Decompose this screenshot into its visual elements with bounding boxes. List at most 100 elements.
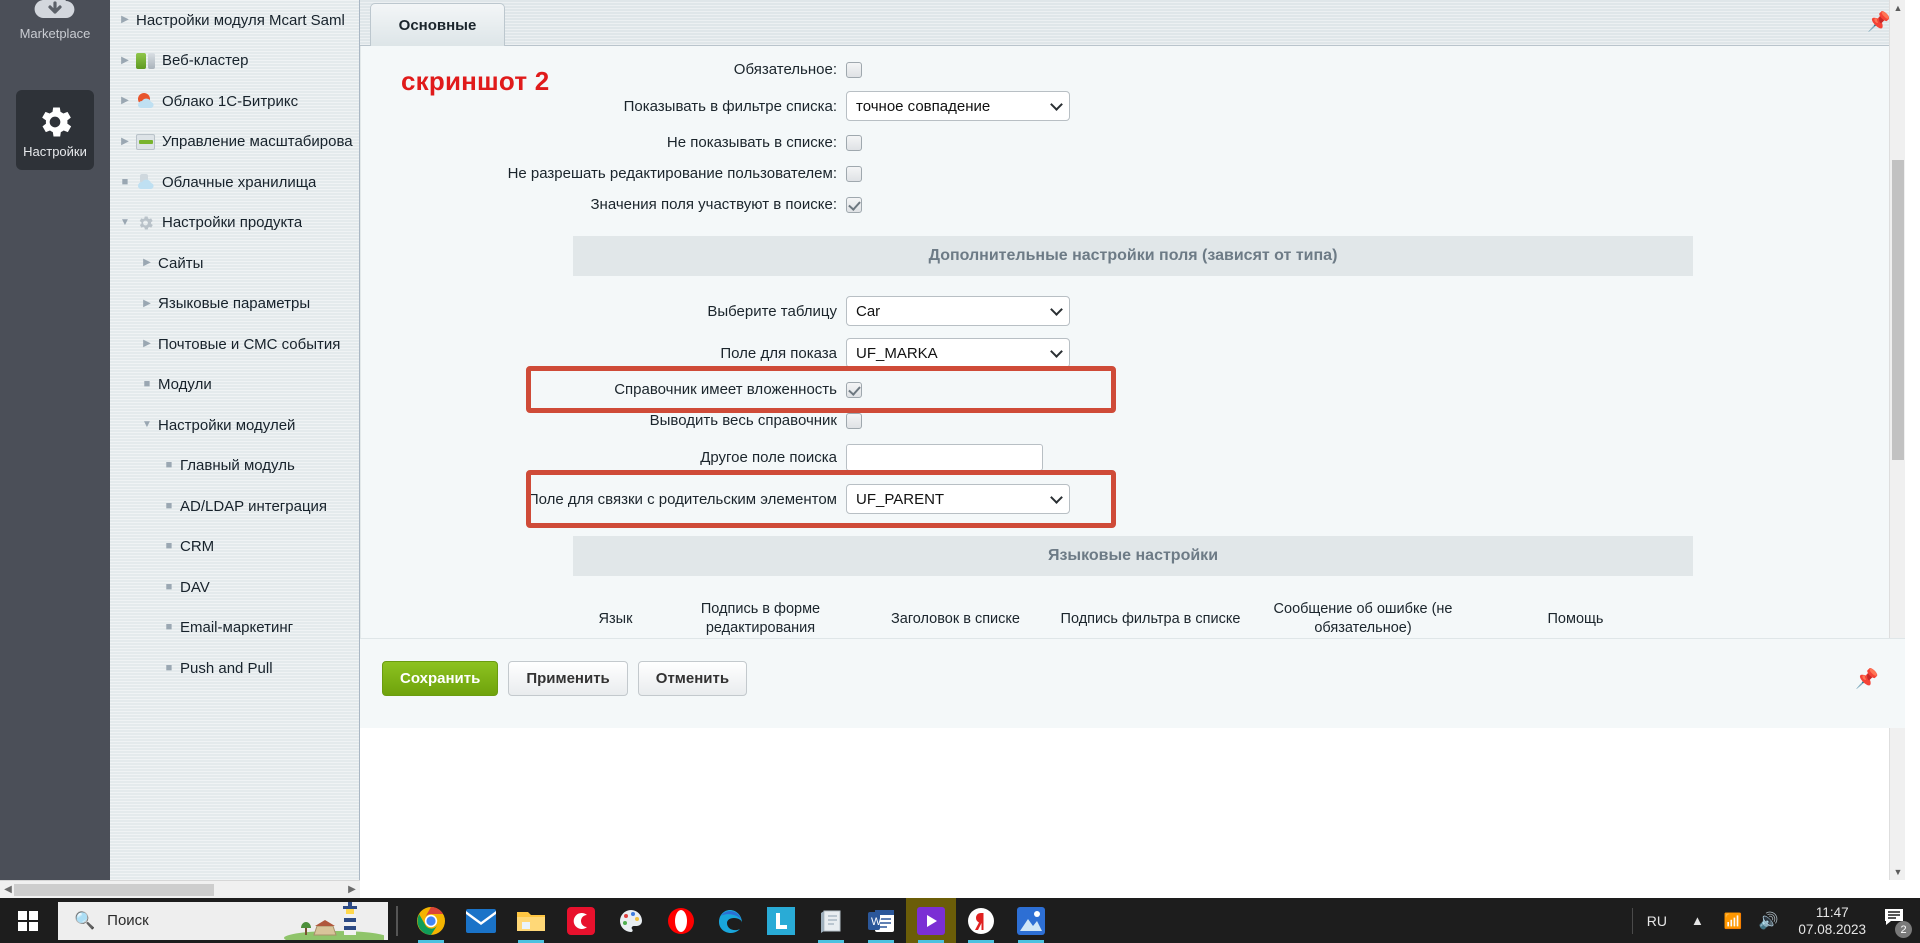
- dot-icon[interactable]: ■: [158, 622, 180, 633]
- tree-item-9[interactable]: ■Модули: [110, 365, 359, 406]
- tree-item-1[interactable]: ▶Веб-кластер: [110, 41, 359, 82]
- scroll-up-arrow-icon[interactable]: ▲: [1890, 0, 1906, 16]
- extra-row-2: Справочник имеет вложенность: [361, 374, 1905, 405]
- tree-item-0[interactable]: ▶Настройки модуля Mcart Saml: [110, 0, 359, 41]
- cloud-1c-icon: [136, 92, 156, 110]
- taskbar-word-icon[interactable]: W: [856, 898, 906, 943]
- dot-icon[interactable]: ■: [158, 541, 180, 552]
- scroll-right-arrow-icon[interactable]: ▶: [346, 884, 358, 896]
- dot-icon[interactable]: ■: [114, 177, 136, 188]
- field-label: Не показывать в списке:: [361, 134, 846, 151]
- taskbar-mail-icon[interactable]: [456, 898, 506, 943]
- lang-column-header: Подпись фильтра в списке: [1053, 598, 1248, 638]
- arrow-right-icon[interactable]: ▶: [136, 299, 158, 309]
- arrow-down-icon[interactable]: ▼: [136, 420, 158, 430]
- taskbar-search[interactable]: 🔍 Поиск: [58, 902, 388, 940]
- tree-item-11[interactable]: ■Главный модуль: [110, 446, 359, 487]
- tree-item-8[interactable]: ▶Почтовые и СМС события: [110, 324, 359, 365]
- tree-item-label: Email-маркетинг: [180, 619, 293, 636]
- tree-item-4[interactable]: ■Облачные хранилища: [110, 162, 359, 203]
- page-scrollbar[interactable]: ▲ ▼: [1889, 0, 1905, 880]
- clock[interactable]: 11:47 07.08.2023: [1798, 904, 1866, 938]
- tree-horizontal-scrollbar[interactable]: ◀ ▶: [0, 880, 360, 898]
- taskbar-cdr-icon[interactable]: [556, 898, 606, 943]
- arrow-right-icon[interactable]: ▶: [114, 56, 136, 66]
- taskbar-edge-icon[interactable]: [706, 898, 756, 943]
- cloud-download-icon: [32, 0, 78, 24]
- content-area: Основные 📌 скриншот 2 Обязательное:Показ…: [360, 0, 1905, 880]
- checkbox[interactable]: [846, 382, 862, 398]
- apply-button[interactable]: Применить: [508, 661, 627, 696]
- dot-icon[interactable]: ■: [158, 460, 180, 471]
- tree-item-2[interactable]: ▶Облако 1С-Битрикс: [110, 81, 359, 122]
- dot-icon[interactable]: ■: [158, 663, 180, 674]
- taskbar-opera-icon[interactable]: [656, 898, 706, 943]
- tree-item-15[interactable]: ■Email-маркетинг: [110, 608, 359, 649]
- tree-item-12[interactable]: ■AD/LDAP интеграция: [110, 486, 359, 527]
- notifications-icon[interactable]: 2: [1884, 908, 1906, 933]
- taskbar-movavi-icon[interactable]: [906, 898, 956, 943]
- dot-icon[interactable]: ■: [158, 501, 180, 512]
- scroll-left-arrow-icon[interactable]: ◀: [2, 884, 14, 896]
- checkbox[interactable]: [846, 413, 862, 429]
- arrow-right-icon[interactable]: ▶: [114, 137, 136, 147]
- tree-item-label: Сайты: [158, 255, 203, 272]
- taskbar-photos-icon[interactable]: [1006, 898, 1056, 943]
- tree-item-5[interactable]: ▼Настройки продукта: [110, 203, 359, 244]
- settings-tree[interactable]: ▶Настройки модуля Mcart Saml▶Веб-кластер…: [110, 0, 360, 880]
- scrollbar-thumb[interactable]: [14, 884, 214, 896]
- dot-icon[interactable]: ■: [158, 582, 180, 593]
- pin-icon[interactable]: 📌: [1855, 667, 1879, 691]
- taskbar-notepad-icon[interactable]: [806, 898, 856, 943]
- lang-column-1: Подпись в форме редактирования: [663, 598, 858, 638]
- text-input[interactable]: [846, 444, 1043, 471]
- select-dropdown[interactable]: точное совпадение: [846, 91, 1070, 121]
- taskbar-paint-icon[interactable]: [606, 898, 656, 943]
- basic-row-0: Обязательное:: [361, 54, 1905, 85]
- rail-item-settings[interactable]: Настройки: [16, 90, 94, 170]
- taskbar-lightshot-icon[interactable]: [756, 898, 806, 943]
- scrollbar-thumb[interactable]: [1892, 160, 1904, 460]
- tab-osnovnye[interactable]: Основные: [370, 3, 505, 46]
- field-value: UF_PARENT: [846, 484, 1070, 514]
- checkbox[interactable]: [846, 62, 862, 78]
- cancel-button[interactable]: Отменить: [638, 661, 747, 696]
- arrow-right-icon[interactable]: ▶: [136, 258, 158, 268]
- pin-icon[interactable]: 📌: [1867, 10, 1891, 34]
- start-button[interactable]: [0, 898, 56, 943]
- tree-item-label: Push and Pull: [180, 660, 273, 677]
- speaker-icon[interactable]: 🔊: [1759, 911, 1779, 931]
- save-button[interactable]: Сохранить: [382, 661, 498, 696]
- wifi-icon[interactable]: 📶: [1724, 912, 1743, 930]
- chevron-up-icon[interactable]: ▲: [1691, 913, 1704, 928]
- rail-item-marketplace[interactable]: Marketplace: [0, 0, 110, 42]
- tree-item-13[interactable]: ■CRM: [110, 527, 359, 568]
- tree-item-3[interactable]: ▶Управление масштабирова: [110, 122, 359, 163]
- arrow-down-icon[interactable]: ▼: [114, 218, 136, 228]
- language-indicator[interactable]: RU: [1647, 913, 1667, 929]
- tree-item-14[interactable]: ■DAV: [110, 567, 359, 608]
- tree-item-7[interactable]: ▶Языковые параметры: [110, 284, 359, 325]
- checkbox[interactable]: [846, 197, 862, 213]
- tree-item-10[interactable]: ▼Настройки модулей: [110, 405, 359, 446]
- cloud-storage-icon: [136, 173, 156, 191]
- rail-item-label: Настройки: [16, 144, 94, 160]
- arrow-right-icon[interactable]: ▶: [114, 96, 136, 106]
- annotation-watermark: скриншот 2: [401, 66, 549, 97]
- taskbar-yandex-icon[interactable]: [956, 898, 1006, 943]
- chevron-down-icon: [1050, 491, 1063, 504]
- arrow-right-icon[interactable]: ▶: [136, 339, 158, 349]
- taskbar-file-explorer-icon[interactable]: [506, 898, 556, 943]
- basic-row-2: Не показывать в списке:: [361, 127, 1905, 158]
- arrow-right-icon[interactable]: ▶: [114, 15, 136, 25]
- checkbox[interactable]: [846, 135, 862, 151]
- dot-icon[interactable]: ■: [136, 379, 158, 390]
- taskbar-chrome-icon[interactable]: [406, 898, 456, 943]
- tree-item-16[interactable]: ■Push and Pull: [110, 648, 359, 689]
- select-dropdown[interactable]: UF_PARENT: [846, 484, 1070, 514]
- select-dropdown[interactable]: UF_MARKA: [846, 338, 1070, 368]
- select-dropdown[interactable]: Car: [846, 296, 1070, 326]
- scroll-down-arrow-icon[interactable]: ▼: [1890, 864, 1906, 880]
- checkbox[interactable]: [846, 166, 862, 182]
- tree-item-6[interactable]: ▶Сайты: [110, 243, 359, 284]
